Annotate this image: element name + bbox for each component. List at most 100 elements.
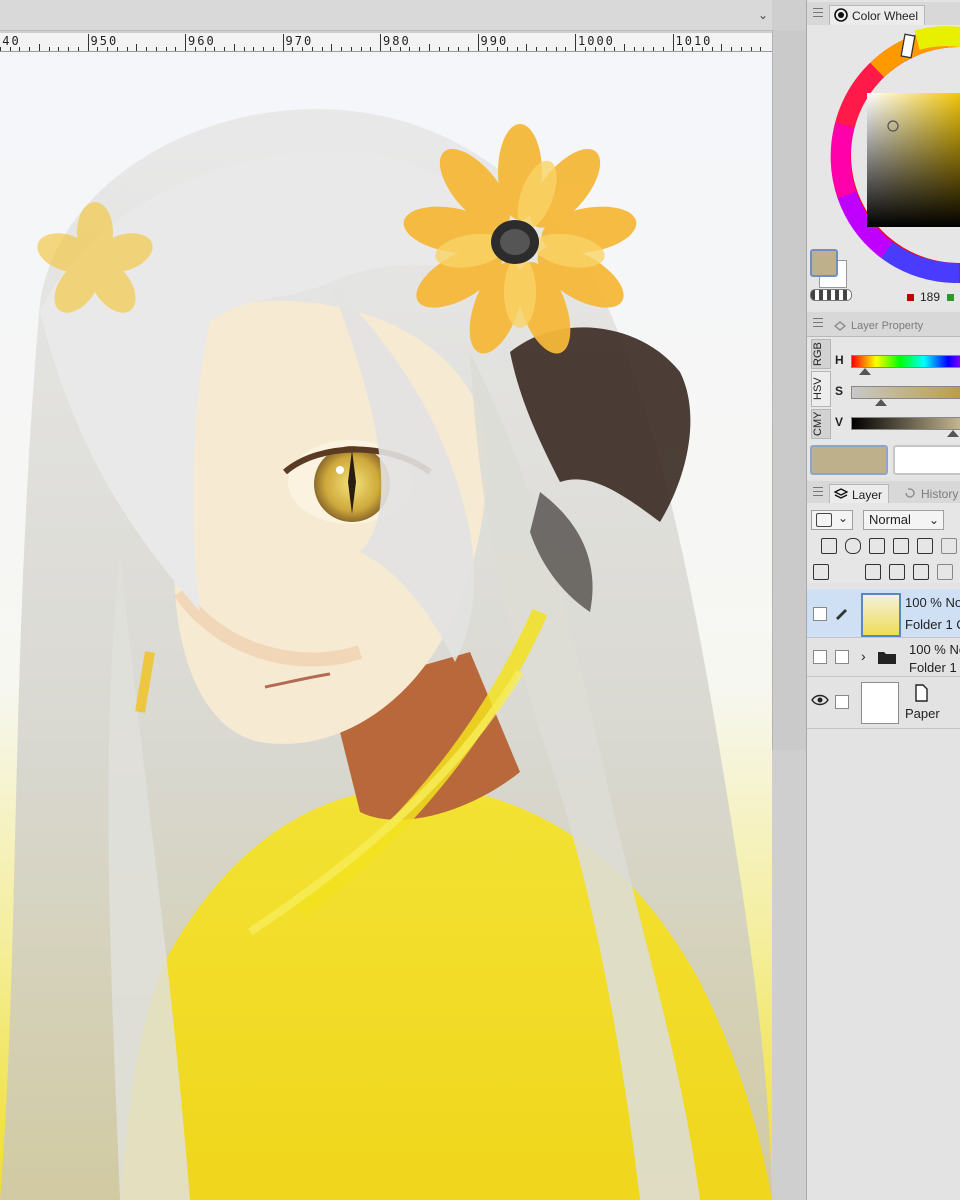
ruler-tick <box>68 47 69 51</box>
ruler-tick <box>185 34 186 51</box>
ruler-tick <box>136 44 138 51</box>
ruler-tick <box>565 47 567 51</box>
ruler-tick <box>204 47 206 51</box>
ruler-tick <box>233 44 235 51</box>
duplicate-layer-icon[interactable] <box>937 564 953 580</box>
new-folder-icon[interactable] <box>913 564 929 580</box>
ruler-tick <box>419 47 420 51</box>
slider-main-color[interactable] <box>810 445 888 475</box>
artwork <box>0 52 772 1200</box>
ruler-tick <box>38 44 40 51</box>
layer-property-icon <box>833 321 847 331</box>
new-vector-layer-icon[interactable] <box>889 564 905 580</box>
side-tab-hsv[interactable]: HSV <box>811 371 831 407</box>
panel-splitter[interactable] <box>772 30 807 750</box>
ruler-label: 960 <box>188 34 216 48</box>
layer-visibility-toggle[interactable] <box>813 650 827 664</box>
red-channel-icon <box>907 294 914 302</box>
hue-slider[interactable] <box>851 355 960 368</box>
chevron-down-icon[interactable]: ⌄ <box>758 8 768 22</box>
hue-slider-thumb[interactable] <box>859 368 871 375</box>
side-tab-rgb[interactable]: RGB <box>811 339 831 369</box>
page-icon <box>915 684 928 702</box>
tab-history[interactable]: History <box>899 484 960 504</box>
folder-icon <box>878 652 896 664</box>
ruler-tick <box>506 47 508 51</box>
menu-grip-icon[interactable] <box>813 487 823 497</box>
tab-layer-property[interactable]: Layer Property <box>829 315 929 335</box>
layer-lock-toggle[interactable] <box>835 695 849 709</box>
new-raster-layer-icon[interactable] <box>865 564 881 580</box>
ruler-label: 1010 <box>675 34 713 48</box>
eye-icon[interactable] <box>811 694 829 706</box>
ruler-tick <box>682 47 684 51</box>
blend-mode-value: Normal <box>869 512 911 527</box>
tab-layer[interactable]: Layer <box>829 484 890 505</box>
transparent-color-chip[interactable] <box>810 289 852 301</box>
ruler-tick <box>740 47 742 51</box>
ruler-tick <box>536 47 537 51</box>
ruler-tick <box>701 47 703 51</box>
tab-color-wheel[interactable]: Color Wheel <box>829 5 926 26</box>
ruler-tick <box>224 47 225 51</box>
draft-layer-icon[interactable] <box>869 538 885 554</box>
ruler-tick <box>409 47 411 51</box>
ruler-tick <box>107 47 108 51</box>
value-slider-thumb[interactable] <box>947 430 959 437</box>
tab-color-wheel-label: Color Wheel <box>852 9 919 23</box>
slider-sub-color[interactable] <box>893 445 960 475</box>
saturation-slider-thumb[interactable] <box>875 399 887 406</box>
layer-row-folder-1-copy[interactable]: 100 % Normal Folder 1 Copy <box>807 589 960 638</box>
v-slider-label: V <box>835 415 844 429</box>
layer-stack-icon <box>834 488 848 499</box>
ruler-tick <box>311 47 313 51</box>
chevron-right-icon[interactable]: › <box>861 648 866 664</box>
ruler-tick <box>487 47 489 51</box>
lock-transparent-icon[interactable] <box>917 538 933 554</box>
ruler-tick <box>380 34 381 51</box>
menu-grip-icon[interactable] <box>813 8 823 18</box>
color-wheel-tabbar: Color Wheel <box>807 2 960 27</box>
layer-visibility-toggle[interactable] <box>813 607 827 621</box>
ruler-tick <box>731 47 732 51</box>
drawing-canvas[interactable] <box>0 52 772 1200</box>
ruler-tick <box>516 47 518 51</box>
reference-layer-icon[interactable] <box>845 538 861 554</box>
tab-history-label: History <box>921 487 959 501</box>
lock-icon[interactable] <box>893 538 909 554</box>
ruler-tick <box>575 34 576 51</box>
color-wheel[interactable] <box>807 25 960 285</box>
s-slider-label: S <box>835 384 844 398</box>
side-tab-cmy[interactable]: CMY <box>811 409 831 439</box>
ruler-tick <box>302 47 303 51</box>
ruler-tick <box>58 47 60 51</box>
ruler-tick <box>97 47 99 51</box>
layer-lock-toggle[interactable] <box>835 650 849 664</box>
layer-panel-menu-icon[interactable] <box>813 564 829 580</box>
ruler-tick <box>19 47 21 51</box>
main-color-chip[interactable] <box>810 249 838 277</box>
layer-name: Folder 1 <box>909 660 957 675</box>
ruler-tick <box>146 47 147 51</box>
ruler-label: 1000 <box>578 34 615 48</box>
value-slider[interactable] <box>851 417 960 430</box>
ruler-tick <box>116 47 118 51</box>
ruler-tick <box>360 47 362 51</box>
expression-color-select[interactable]: ⌄ <box>811 510 853 530</box>
saturation-slider[interactable] <box>851 386 960 399</box>
menu-grip-icon[interactable] <box>813 318 823 328</box>
clip-layer-icon[interactable] <box>821 538 837 554</box>
layer-opacity-mode: 100 % Normal <box>905 595 960 610</box>
ruler-tick <box>653 47 654 51</box>
ruler-tick <box>126 47 128 51</box>
blend-mode-select[interactable]: Normal ⌄ <box>863 510 944 530</box>
horizontal-ruler: 940 950 960 970 980 990 1000 1010 <box>0 33 772 52</box>
ruler-tick <box>399 47 401 51</box>
ruler-tick <box>350 47 352 51</box>
ruler-tick <box>282 34 284 51</box>
mask-icon[interactable] <box>941 538 957 554</box>
ruler-tick <box>448 47 450 51</box>
ruler-label: 940 <box>0 34 21 48</box>
layer-row-folder-1[interactable]: › 100 % Normal Folder 1 <box>807 638 960 677</box>
layer-row-paper[interactable]: Paper <box>807 678 960 729</box>
